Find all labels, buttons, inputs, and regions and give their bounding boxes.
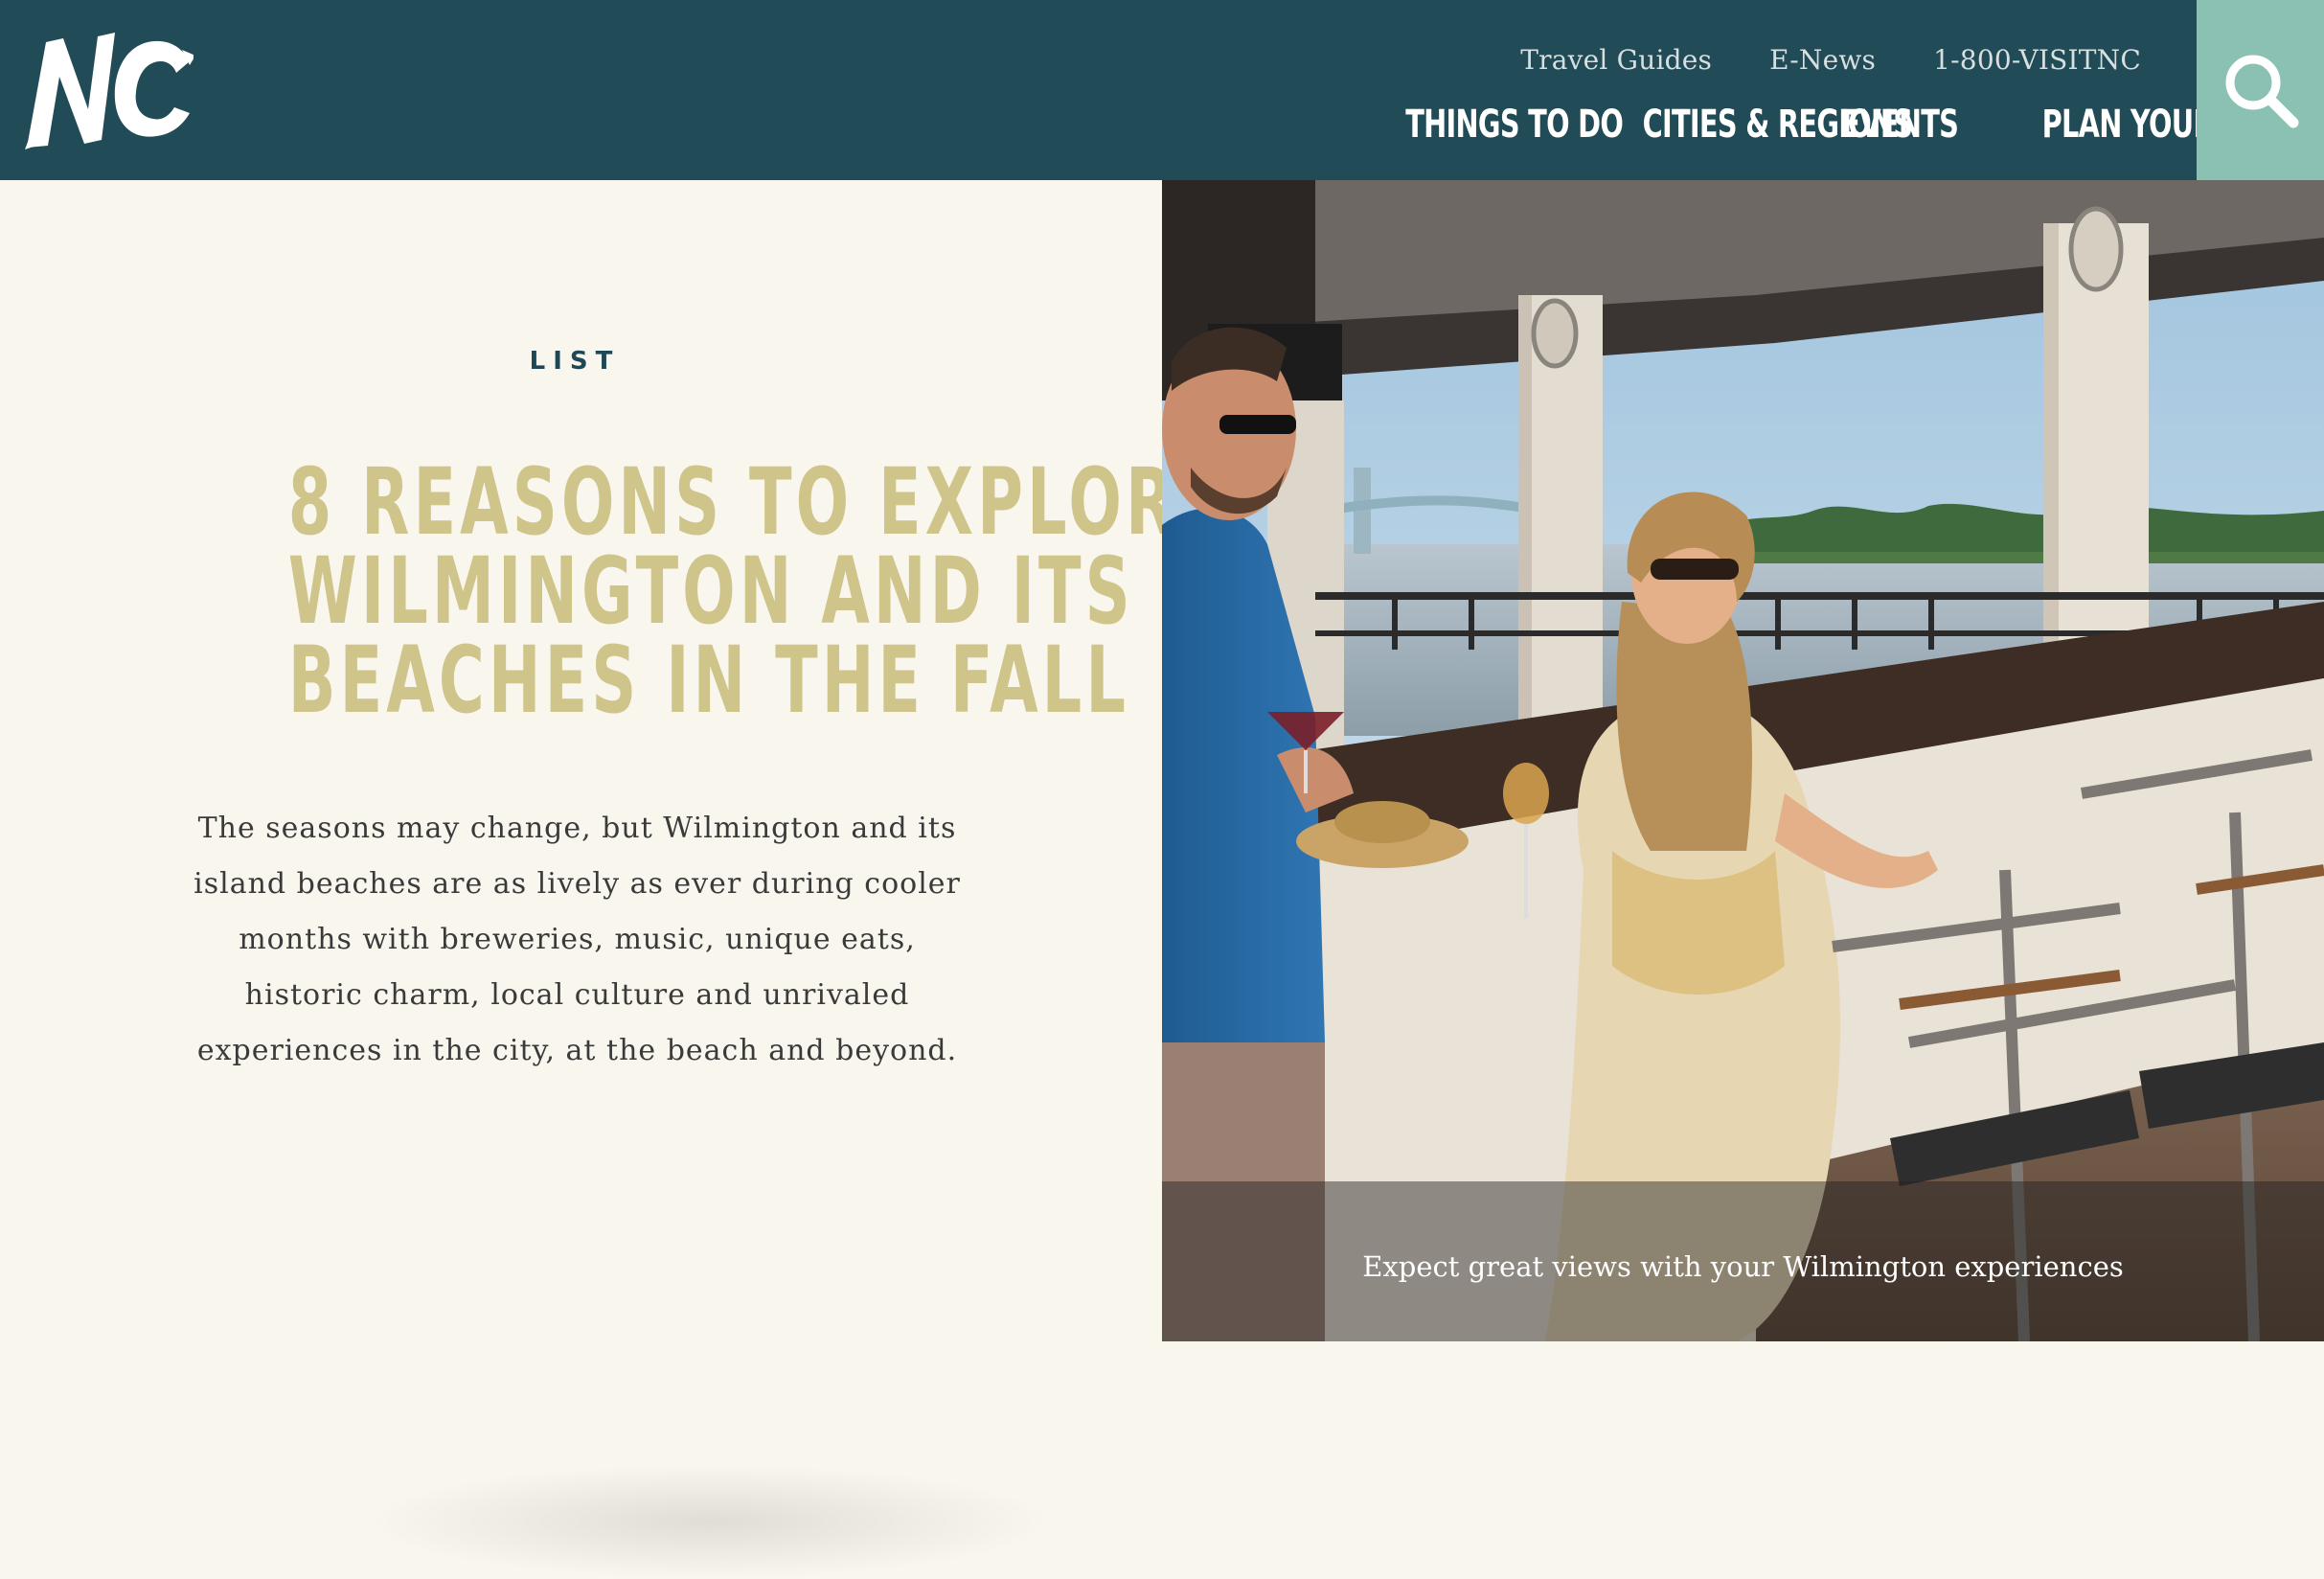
nav-things-to-do[interactable]: THINGS TO DO bbox=[1405, 103, 1624, 147]
article-title-line-2: WILMINGTON AND ITS bbox=[287, 538, 1134, 645]
utility-nav: Travel Guides E-News 1-800-VISITNC bbox=[1520, 40, 2141, 79]
search-icon bbox=[2225, 55, 2298, 128]
hero-caption: Expect great views with your Wilmington … bbox=[1362, 1250, 2124, 1283]
article-title-line-1: 8 REASONS TO EXPLORE bbox=[287, 448, 1224, 556]
utility-link-phone[interactable]: 1-800-VISITNC bbox=[1933, 44, 2141, 76]
nc-logo-mark bbox=[25, 33, 195, 149]
article-intro-text: The seasons may change, but Wilmington a… bbox=[194, 812, 961, 1067]
search-button[interactable] bbox=[2197, 0, 2324, 180]
decorative-shadow bbox=[364, 1464, 1054, 1579]
nc-logo[interactable] bbox=[21, 21, 195, 155]
site-header: Travel Guides E-News 1-800-VISITNC THING… bbox=[0, 0, 2324, 180]
nav-events[interactable]: EVENTS bbox=[1841, 103, 1959, 147]
article-title-line-3: BEACHES IN THE FALL bbox=[287, 627, 1130, 734]
article-title: 8 REASONS TO EXPLORE WILMINGTON AND ITS … bbox=[153, 448, 1224, 734]
article-intro-panel: LIST 8 REASONS TO EXPLORE WILMINGTON AND… bbox=[0, 180, 1224, 1579]
utility-link-travel-guides[interactable]: Travel Guides bbox=[1520, 44, 1712, 76]
article-category-label: LIST bbox=[529, 347, 621, 376]
main-nav: THINGS TO DO CITIES & REGIONS EVENTS PLA… bbox=[1321, 98, 2300, 151]
utility-link-e-news[interactable]: E-News bbox=[1769, 44, 1876, 76]
hero-image bbox=[1162, 180, 2324, 1341]
